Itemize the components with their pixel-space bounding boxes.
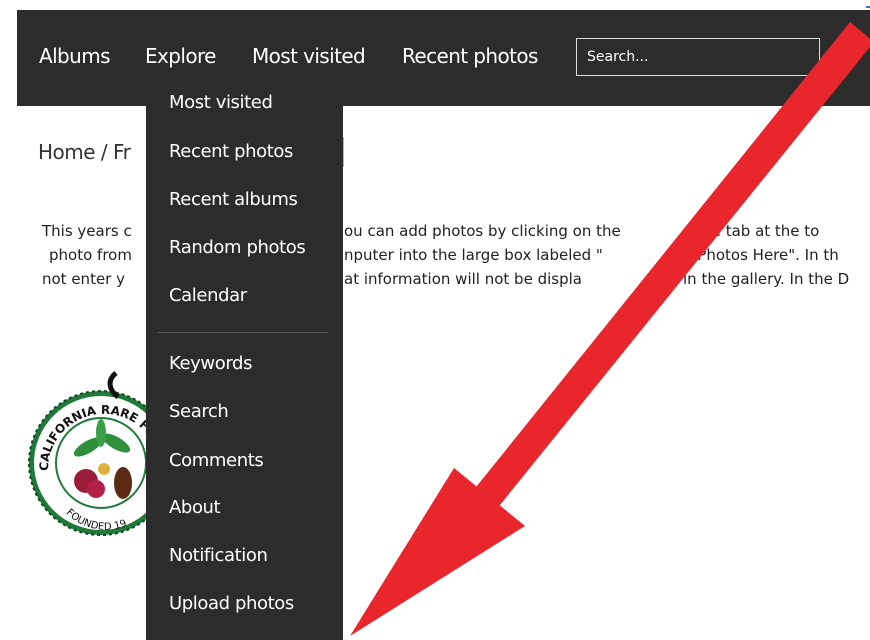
description-fragment: g Photos Here". In th [683, 246, 839, 264]
menu-item-random-photos[interactable]: Random photos [169, 237, 306, 258]
page-edge-mark [866, 6, 870, 8]
menu-item-keywords[interactable]: Keywords [169, 353, 252, 374]
menu-item-upload-photos[interactable]: Upload photos [169, 593, 294, 614]
page: Albums Explore Most visited Recent photo… [0, 0, 870, 640]
nav-recent-photos[interactable]: Recent photos [402, 44, 538, 68]
arrow-head [350, 468, 525, 636]
menu-item-comments[interactable]: Comments [169, 450, 264, 471]
nav-explore[interactable]: Explore [145, 44, 216, 68]
menu-item-calendar[interactable]: Calendar [169, 285, 247, 306]
search-input[interactable] [577, 39, 819, 75]
description-fragment: at information will not be displa [344, 270, 582, 288]
menu-item-search[interactable]: Search [169, 401, 229, 422]
search-box [576, 38, 820, 76]
menu-item-notification[interactable]: Notification [169, 545, 268, 566]
description-fragment: in the gallery. In the D [683, 270, 850, 288]
description-fragment: ou can add photos by clicking on the [344, 222, 621, 240]
menu-item-recent-albums[interactable]: Recent albums [169, 189, 298, 210]
description-fragment: photo from [49, 246, 132, 264]
nav-most-visited[interactable]: Most visited [252, 44, 366, 68]
menu-item-about[interactable]: About [169, 497, 221, 518]
menu-divider [158, 332, 328, 333]
crfg-logo: CALIFORNIA RARE FRU FOUNDED 19 [26, 363, 166, 536]
description-fragment: nputer into the large box labeled " [344, 246, 603, 264]
description-fragment: not enter y [42, 270, 125, 288]
description-fragment: This years c [42, 222, 132, 240]
description-fragment: plore tab at the to [683, 222, 820, 240]
breadcrumb: Home / Fr [38, 140, 131, 164]
menu-item-recent-photos[interactable]: Recent photos [169, 141, 293, 162]
menu-item-most-visited[interactable]: Most visited [169, 92, 273, 113]
explore-dropdown-menu: Most visited Recent photos Recent albums… [146, 72, 343, 640]
nav-albums[interactable]: Albums [39, 44, 111, 68]
